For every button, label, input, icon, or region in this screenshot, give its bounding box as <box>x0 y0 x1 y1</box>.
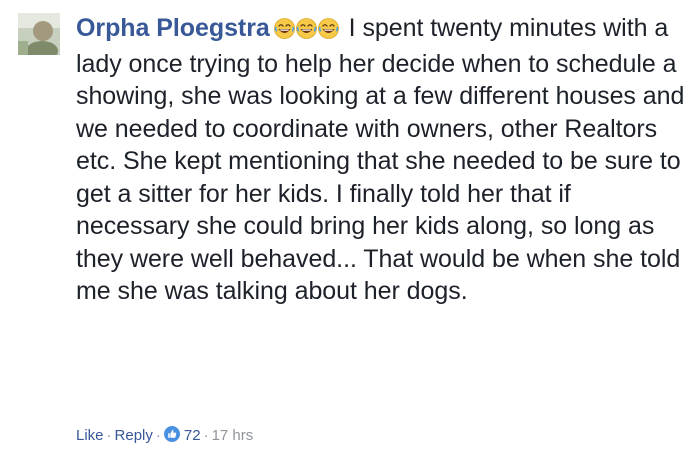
laughing-face-icon <box>317 15 339 39</box>
comment-actions: Like · Reply · 72 · 17 hrs <box>76 426 253 446</box>
separator: · <box>203 427 209 444</box>
reaction-count: 72 <box>183 427 201 444</box>
avatar-image <box>18 13 60 55</box>
thumbs-up-icon <box>163 426 180 442</box>
comment-text: I spent twenty minutes with a lady once … <box>76 14 685 305</box>
avatar[interactable] <box>18 13 60 55</box>
separator: · <box>155 427 161 444</box>
emoji-group <box>273 15 340 48</box>
reaction-summary[interactable]: 72 <box>163 426 201 444</box>
separator: · <box>106 427 112 444</box>
reply-link[interactable]: Reply <box>115 427 153 444</box>
author-name[interactable]: Orpha Ploegstra <box>76 14 270 42</box>
comment-body: Orpha Ploegstra I spent twenty minutes w… <box>76 12 688 308</box>
timestamp[interactable]: 17 hrs <box>212 427 254 444</box>
laughing-face-icon <box>295 15 317 39</box>
laughing-face-icon <box>273 15 295 39</box>
like-link[interactable]: Like <box>76 427 104 444</box>
comment: Orpha Ploegstra I spent twenty minutes w… <box>0 0 700 456</box>
